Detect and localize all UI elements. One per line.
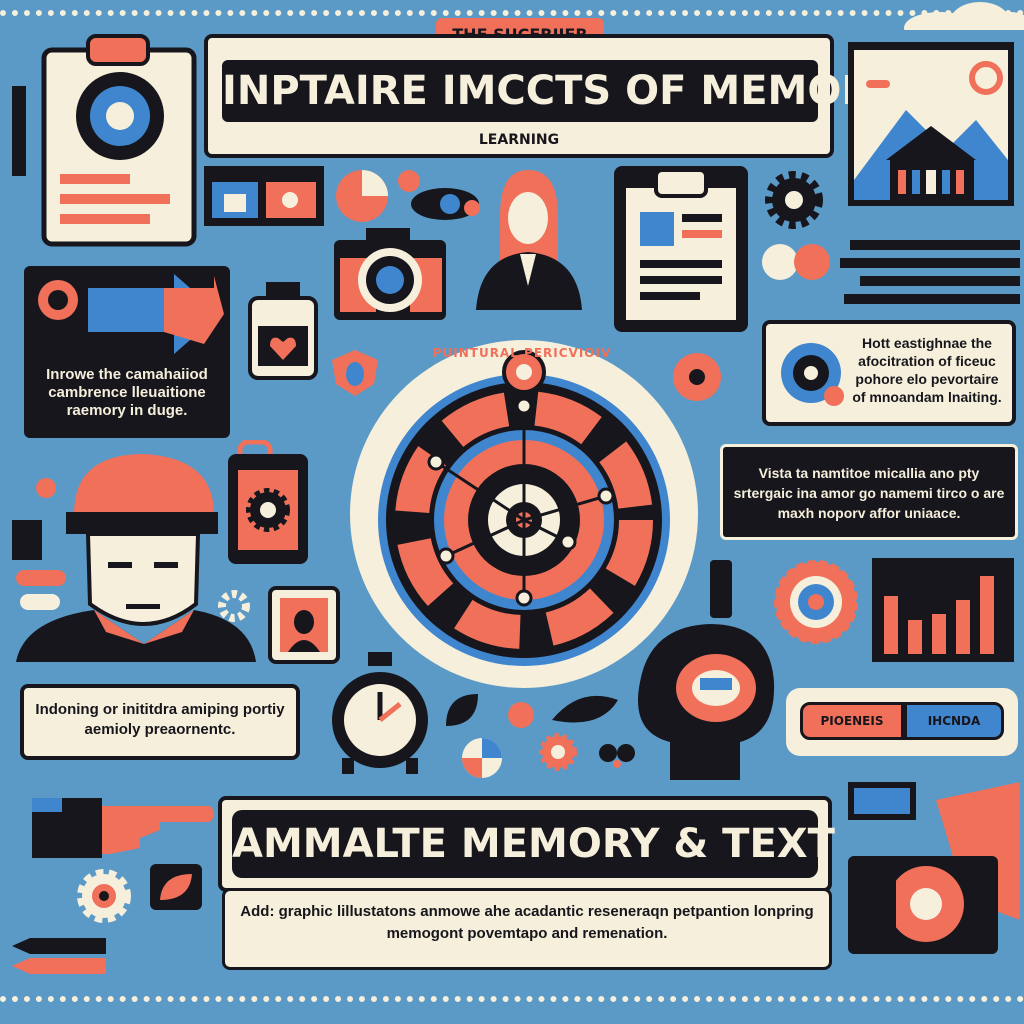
- bottom-dotted-border: [0, 996, 1024, 1002]
- toggle-left-label: PIOENEIS: [820, 714, 884, 728]
- monitor-icon: [846, 780, 1020, 956]
- stopwatch-icon: [328, 650, 432, 776]
- target-icon: [781, 343, 844, 406]
- goggles-icon: [598, 738, 636, 768]
- wing-icon: [550, 690, 620, 730]
- small-pie-icon: [460, 736, 504, 780]
- gear-icon: [762, 168, 826, 232]
- leaf-icon: [442, 690, 482, 730]
- flower-icon: [398, 170, 420, 192]
- right-mid-box: Vista ta namtitoe micallia ano pty srter…: [720, 444, 1018, 540]
- toggle-left[interactable]: PIOENEIS: [800, 702, 904, 740]
- cloud-icon: [900, 0, 1024, 30]
- person-icon: [470, 166, 588, 310]
- window-icon: [204, 166, 324, 226]
- toggle-right[interactable]: IHCNDA: [904, 702, 1004, 740]
- toggle-right-label: IHCNDA: [927, 714, 981, 728]
- left-small-icons: [10, 470, 70, 620]
- hand-icon: [30, 782, 220, 862]
- bar-chart-icon: [870, 556, 1016, 664]
- small-gear-icon: [214, 586, 254, 626]
- left-bottom-box: Indoning or inititdra amiping portiy aem…: [20, 684, 300, 760]
- top-dotted-border: [0, 10, 1024, 16]
- banner-title-bar: AMMALTE MEMORY & TEXT: [232, 810, 835, 878]
- banner-title: AMMALTE MEMORY & TEXT: [232, 821, 835, 867]
- right-info-text: Hott eastighnae the afocitration of fice…: [852, 335, 1002, 405]
- header-panel: INPTAIRE IMCCTS OF MEMORY LEARNING: [204, 34, 899, 158]
- left-bottom-text: Indoning or inititdra amiping portiy aem…: [35, 701, 285, 738]
- arrow-icon: [38, 274, 224, 354]
- left-info-text: Inrowe the camahaiiod cambrence lleuaiti…: [46, 366, 208, 419]
- left-info-box: Inrowe the camahaiiod cambrence lleuaiti…: [24, 266, 230, 438]
- building-image: [846, 40, 1016, 208]
- clipboard-icon: [40, 28, 200, 250]
- footnote-text: Add: graphic lillustatons anmowe ahe aca…: [240, 903, 814, 942]
- right-info-box: Hott eastighnae the afocitration of fice…: [762, 320, 1016, 426]
- sun-icon: [538, 732, 578, 772]
- camera-icon: [332, 226, 450, 322]
- pencils-icon: [10, 930, 110, 980]
- dot-icon: [508, 702, 534, 728]
- page-title: INPTAIRE IMCCTS OF MEMORY: [222, 68, 899, 114]
- category-toggle[interactable]: PIOENEIS IHCNDA: [786, 688, 1018, 756]
- footnote-box: Add: graphic lillustatons anmowe ahe aca…: [222, 888, 832, 970]
- right-mid-text: Vista ta namtitoe micallia ano pty srter…: [733, 465, 1005, 521]
- vial-icon: [710, 560, 732, 618]
- head-icon: [630, 612, 780, 780]
- bottle-icon: [248, 280, 318, 380]
- leaf-card-icon: [148, 862, 204, 912]
- banner-panel: AMMALTE MEMORY & TEXT: [218, 796, 835, 892]
- target-flower-icon: [774, 560, 858, 644]
- pencil-icon: [12, 86, 26, 176]
- pie-icon: [334, 168, 390, 224]
- page-subtitle: LEARNING: [478, 132, 560, 148]
- dial-label: PUINTURAL PERICVIOIV: [432, 346, 612, 360]
- book-stack-icon: [760, 238, 1022, 308]
- flower-gear-icon: [74, 866, 134, 926]
- header-title-bar: INPTAIRE IMCCTS OF MEMORY: [222, 60, 899, 122]
- document-icon: [612, 164, 750, 334]
- record-icon: [672, 352, 722, 402]
